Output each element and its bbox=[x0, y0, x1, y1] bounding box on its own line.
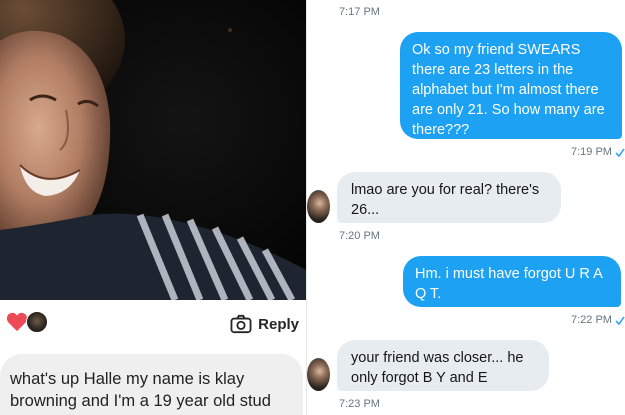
read-check-icon bbox=[615, 316, 625, 325]
message-line: only forgot B Y and E bbox=[351, 370, 488, 386]
twitter-dm-thread: 7:17 PM Ok so my friend SWEARS there are… bbox=[307, 0, 625, 415]
incoming-message-bubble[interactable]: lmao are you for real? there's 26... bbox=[337, 172, 561, 223]
timestamp-text: 7:19 PM bbox=[571, 146, 612, 158]
timestamp-text: 7:22 PM bbox=[571, 314, 612, 326]
message-line: lmao are you for real? there's bbox=[351, 182, 540, 198]
message-line: there??? bbox=[412, 122, 470, 138]
reaction-bar: Reply bbox=[0, 302, 307, 348]
incoming-message-bubble[interactable]: your friend was closer... he only forgot… bbox=[337, 340, 549, 391]
heart-icon[interactable] bbox=[6, 312, 28, 332]
message-line: Ok so my friend SWEARS bbox=[412, 42, 581, 58]
selfie-photo[interactable] bbox=[0, 0, 307, 300]
message-line: Hm. i must have forgot U R A bbox=[415, 266, 603, 282]
message-line: 26... bbox=[351, 202, 380, 218]
sender-avatar[interactable] bbox=[307, 190, 330, 223]
timestamp: 7:22 PM bbox=[571, 314, 625, 326]
instagram-message-panel: Reply what's up Halle my name is klay br… bbox=[0, 0, 307, 415]
outgoing-message-bubble[interactable]: Ok so my friend SWEARS there are 23 lett… bbox=[400, 32, 622, 139]
message-line: there are 23 letters in the bbox=[412, 62, 574, 78]
incoming-message-bubble: what's up Halle my name is klay browning… bbox=[0, 354, 303, 415]
message-line: your friend was closer... he bbox=[351, 350, 524, 366]
read-check-icon bbox=[615, 148, 625, 157]
timestamp: 7:19 PM bbox=[571, 146, 625, 158]
timestamp: 7:17 PM bbox=[339, 6, 380, 18]
reactor-avatar[interactable] bbox=[26, 311, 48, 333]
message-line: what's up Halle my name is klay bbox=[10, 370, 245, 388]
outgoing-message-bubble[interactable]: Hm. i must have forgot U R A Q T. bbox=[403, 256, 621, 307]
sender-avatar[interactable] bbox=[307, 358, 330, 391]
message-line: Q T. bbox=[415, 286, 442, 302]
camera-icon bbox=[230, 314, 252, 334]
timestamp: 7:20 PM bbox=[339, 230, 380, 242]
selfie-illustration bbox=[0, 0, 307, 300]
message-line: alphabet but I'm almost there bbox=[412, 82, 599, 98]
timestamp: 7:23 PM bbox=[339, 398, 380, 410]
reply-button[interactable]: Reply bbox=[230, 310, 299, 338]
message-line: are only 21. So how many are bbox=[412, 102, 605, 118]
message-line: browning and I'm a 19 year old stud bbox=[10, 392, 271, 410]
reply-label: Reply bbox=[258, 315, 299, 333]
